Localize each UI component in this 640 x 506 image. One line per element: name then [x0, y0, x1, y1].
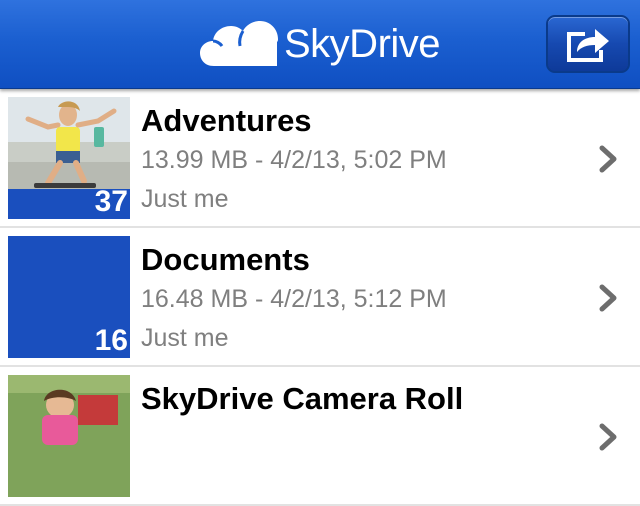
folder-details: 13.99 MB - 4/2/13, 5:02 PM [141, 146, 447, 174]
folder-name: SkyDrive Camera Roll [141, 381, 464, 416]
app-title: SkyDrive [284, 22, 441, 66]
folder-row-camera-roll[interactable]: SkyDrive Camera Roll [0, 367, 640, 506]
cloud-icon [200, 21, 278, 66]
share-icon [567, 29, 609, 62]
folder-list: 37 Adventures 13.99 MB - 4/2/13, 5:02 PM… [0, 89, 640, 506]
folder-name: Adventures [141, 103, 312, 138]
child-photo [8, 375, 130, 497]
folder-thumbnail [8, 375, 130, 497]
item-count: 37 [94, 185, 128, 218]
folder-name: Documents [141, 242, 310, 277]
item-count: 16 [94, 324, 128, 357]
folder-row-adventures[interactable]: 37 Adventures 13.99 MB - 4/2/13, 5:02 PM… [0, 89, 640, 228]
folder-thumbnail: 16 [8, 236, 130, 358]
chevron-right-icon[interactable] [598, 283, 620, 313]
share-button[interactable] [546, 15, 630, 73]
chevron-right-icon[interactable] [598, 144, 620, 174]
folder-details: 16.48 MB - 4/2/13, 5:12 PM [141, 285, 447, 313]
folder-thumbnail: 37 [8, 97, 130, 219]
sharing-status: Just me [141, 324, 229, 352]
header-bar: SkyDrive [0, 0, 640, 89]
folder-row-documents[interactable]: 16 Documents 16.48 MB - 4/2/13, 5:12 PM … [0, 228, 640, 367]
app-brand: SkyDrive [200, 16, 441, 72]
sharing-status: Just me [141, 185, 229, 213]
